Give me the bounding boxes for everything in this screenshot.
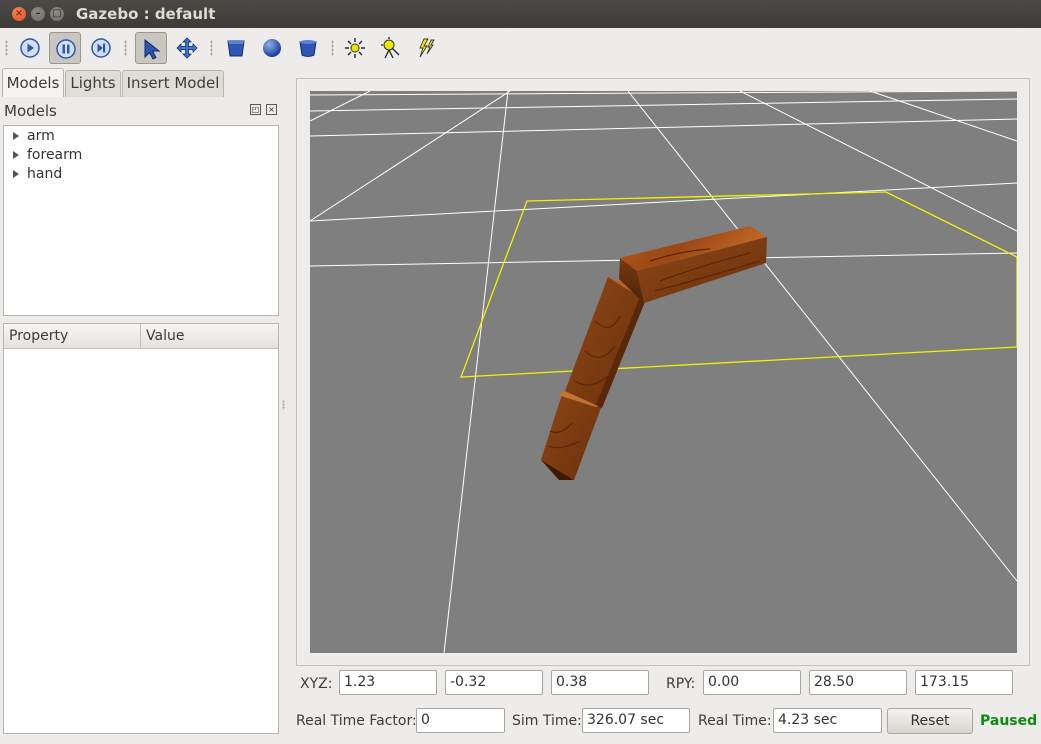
tab-lights[interactable]: Lights: [65, 70, 121, 97]
real-time-factor-field[interactable]: 0: [416, 708, 505, 733]
select-mode-button[interactable]: [135, 32, 167, 64]
expand-arrow-icon[interactable]: [13, 151, 19, 159]
box-icon: [227, 40, 245, 57]
sim-time-label: Sim Time:: [512, 713, 582, 729]
tree-item-label: hand: [27, 166, 63, 182]
column-divider[interactable]: [140, 324, 141, 349]
translate-mode-button[interactable]: [171, 32, 203, 64]
scene-viewport[interactable]: [310, 91, 1017, 653]
ground-grid: [310, 91, 1017, 653]
directional-light-button[interactable]: [410, 32, 442, 64]
toolbar-separator: [210, 40, 213, 56]
simulation-state-label: Paused: [980, 713, 1038, 729]
spot-light-icon: [381, 37, 400, 59]
pose-yaw-field[interactable]: 173.15: [915, 670, 1013, 695]
models-panel-title: Models: [4, 102, 57, 120]
point-light-icon: [345, 38, 365, 58]
expand-arrow-icon[interactable]: [13, 170, 19, 178]
reset-button[interactable]: Reset: [887, 708, 973, 734]
sim-time-field[interactable]: 326.07 sec: [582, 708, 690, 733]
spot-light-button[interactable]: [374, 32, 406, 64]
minimize-window-button[interactable]: –: [31, 7, 45, 21]
pose-y-field[interactable]: -0.32: [445, 670, 543, 695]
arm-link[interactable]: [619, 226, 767, 303]
real-time-field[interactable]: 4.23 sec: [773, 708, 882, 733]
real-time-factor-label: Real Time Factor:: [296, 713, 417, 729]
toolbar-separator: [331, 40, 334, 56]
play-button[interactable]: [14, 32, 46, 64]
pose-z-field[interactable]: 0.38: [551, 670, 649, 695]
tree-item-forearm[interactable]: forearm: [4, 146, 278, 165]
step-button[interactable]: [85, 32, 117, 64]
close-window-button[interactable]: ×: [12, 7, 26, 21]
tree-item-label: forearm: [27, 147, 83, 163]
insert-sphere-button[interactable]: [256, 32, 288, 64]
panel-splitter[interactable]: [282, 400, 285, 410]
close-panel-icon[interactable]: ×: [266, 104, 277, 115]
expand-arrow-icon[interactable]: [13, 132, 19, 140]
pause-button[interactable]: [49, 32, 81, 64]
tree-item-hand[interactable]: hand: [4, 165, 278, 184]
float-panel-icon[interactable]: ◰: [250, 104, 261, 115]
property-table[interactable]: Property Value: [3, 323, 279, 734]
column-header-property[interactable]: Property: [9, 328, 68, 344]
maximize-window-button[interactable]: □: [50, 7, 64, 21]
property-table-header: Property Value: [4, 324, 278, 349]
rpy-label: RPY:: [666, 676, 696, 692]
tree-item-arm[interactable]: arm: [4, 127, 278, 146]
toolbar-grip[interactable]: [5, 40, 8, 56]
cylinder-icon: [299, 40, 317, 57]
pose-pitch-field[interactable]: 28.50: [809, 670, 907, 695]
tab-models[interactable]: Models: [2, 68, 64, 97]
xyz-label: XYZ:: [300, 676, 333, 692]
forearm-link[interactable]: [565, 277, 646, 408]
insert-cylinder-button[interactable]: [292, 32, 324, 64]
hand-link[interactable]: [541, 391, 602, 480]
pause-icon: [56, 39, 76, 59]
directional-light-icon: [419, 38, 435, 58]
model-tree[interactable]: arm forearm hand: [3, 125, 279, 316]
pose-x-field[interactable]: 1.23: [339, 670, 437, 695]
tab-insert-model[interactable]: Insert Model: [122, 70, 224, 97]
sphere-icon: [263, 39, 281, 57]
pose-roll-field[interactable]: 0.00: [703, 670, 801, 695]
window-title: Gazebo : default: [76, 5, 216, 23]
tree-item-label: arm: [27, 128, 55, 144]
select-arrow-icon: [144, 38, 161, 60]
translate-icon: [176, 37, 198, 59]
selection-bounding-box: [460, 191, 1017, 378]
point-light-button[interactable]: [339, 32, 371, 64]
column-header-value[interactable]: Value: [146, 328, 184, 344]
play-icon: [20, 38, 40, 58]
insert-box-button[interactable]: [220, 32, 252, 64]
toolbar: [0, 28, 1041, 68]
toolbar-separator: [124, 40, 127, 56]
step-icon: [91, 38, 111, 58]
real-time-label: Real Time:: [698, 713, 772, 729]
scene-render: [310, 91, 1017, 653]
title-bar: × – □ Gazebo : default: [0, 0, 1041, 28]
